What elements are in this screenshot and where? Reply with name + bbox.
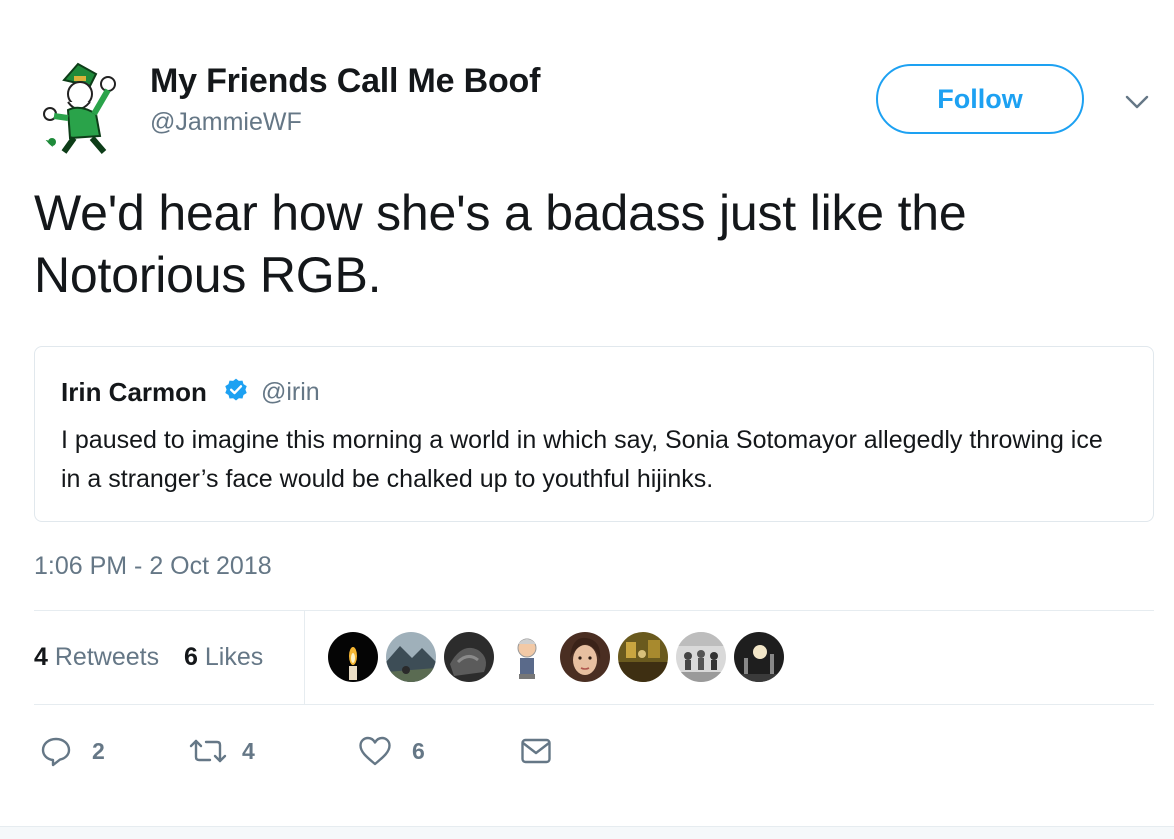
- tweet-text: We'd hear how she's a badass just like t…: [34, 185, 967, 303]
- group-photo-avatar[interactable]: [676, 632, 726, 682]
- mountain-landscape-avatar[interactable]: [386, 632, 436, 682]
- quoted-author-name: Irin Carmon: [61, 377, 207, 407]
- author-display-name[interactable]: My Friends Call Me Boof: [150, 62, 540, 101]
- night-street-avatar[interactable]: [734, 632, 784, 682]
- likes-count: 6: [184, 643, 198, 671]
- divider: [34, 610, 1154, 611]
- retweets-count: 4: [34, 643, 48, 671]
- bottom-edge: [0, 826, 1174, 839]
- heart-icon: [358, 735, 392, 767]
- bobblehead-avatar[interactable]: [502, 632, 552, 682]
- divider: [34, 704, 1154, 705]
- verified-badge-icon: [223, 377, 249, 403]
- tweet: My Friends Call Me Boof @JammieWF Follow…: [0, 0, 1174, 839]
- retweet-icon: [188, 735, 228, 767]
- direct-message-button[interactable]: [520, 734, 552, 768]
- woman-portrait-avatar[interactable]: [560, 632, 610, 682]
- tweet-timestamp[interactable]: 1:06 PM - 2 Oct 2018: [34, 552, 272, 581]
- candle-avatar[interactable]: [328, 632, 378, 682]
- reply-count: 2: [92, 737, 105, 764]
- author-handle[interactable]: @JammieWF: [150, 108, 302, 137]
- dark-photo-avatar[interactable]: [444, 632, 494, 682]
- reply-button[interactable]: 2: [40, 734, 105, 768]
- like-count: 6: [412, 737, 425, 764]
- retweets-label: Retweets: [54, 643, 160, 671]
- chevron-down-icon[interactable]: [1124, 92, 1150, 112]
- reply-icon: [40, 735, 72, 767]
- leprechaun-mascot-avatar[interactable]: [34, 58, 134, 158]
- like-button[interactable]: 6: [358, 734, 425, 768]
- quoted-tweet-text: I paused to imagine this morning a world…: [61, 426, 1103, 493]
- quoted-author-handle: @irin: [261, 378, 320, 406]
- envelope-icon: [520, 736, 552, 766]
- quoted-tweet[interactable]: Irin Carmon @irin I paused to imagine th…: [34, 346, 1154, 522]
- retweet-button[interactable]: 4: [188, 734, 255, 768]
- likes-stat[interactable]: 6 Likes: [184, 643, 263, 672]
- retweet-count: 4: [242, 737, 255, 764]
- tweet-stats: 4 Retweets 6 Likes: [34, 643, 281, 672]
- likes-label: Likes: [204, 643, 264, 671]
- retweets-stat[interactable]: 4 Retweets: [34, 643, 159, 672]
- divider: [304, 611, 305, 704]
- bar-interior-avatar[interactable]: [618, 632, 668, 682]
- follow-button[interactable]: Follow: [876, 64, 1084, 134]
